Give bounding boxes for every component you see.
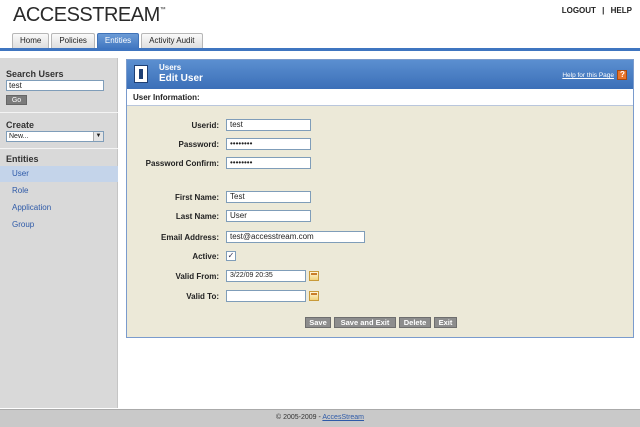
first-name-field[interactable]: Test <box>226 191 311 203</box>
calendar-icon[interactable] <box>309 291 319 301</box>
create-heading: Create <box>6 120 35 130</box>
active-checkbox[interactable]: ✓ <box>226 251 236 261</box>
valid-from-label: Valid From: <box>175 272 219 281</box>
create-select[interactable]: New... ▼ <box>6 131 104 142</box>
active-label: Active: <box>192 252 219 261</box>
sidebar-item-group[interactable]: Group <box>0 217 118 233</box>
valid-to-label: Valid To: <box>186 292 219 301</box>
last-name-field[interactable]: User <box>226 210 311 222</box>
chevron-down-icon[interactable]: ▼ <box>93 132 103 141</box>
create-select-value: New... <box>9 133 29 140</box>
last-name-label: Last Name: <box>175 212 219 221</box>
tab-home[interactable]: Home <box>12 33 50 48</box>
valid-to-field[interactable] <box>226 290 306 302</box>
logo-tm: ™ <box>159 7 166 13</box>
logo-text: ACCESSTREAM <box>13 4 160 26</box>
sidebar-divider <box>0 112 118 113</box>
entities-heading: Entities <box>6 154 39 164</box>
delete-button[interactable]: Delete <box>399 317 431 328</box>
help-for-page-link[interactable]: Help for this Page <box>562 72 614 79</box>
section-title: User Information: <box>127 89 633 106</box>
email-field[interactable]: test@accesstream.com <box>226 231 365 243</box>
search-input[interactable]: test <box>6 80 104 91</box>
help-icon[interactable] <box>617 70 627 80</box>
sidebar: Search Users test Go Create New... ▼ Ent… <box>0 58 118 408</box>
accesstream-link[interactable]: AccesStream <box>322 414 364 421</box>
breadcrumb[interactable]: Users <box>159 63 181 72</box>
search-users-heading: Search Users <box>6 69 64 79</box>
sidebar-item-role[interactable]: Role <box>0 183 118 199</box>
tab-activity-audit[interactable]: Activity Audit <box>141 33 203 48</box>
password-confirm-label: Password Confirm: <box>145 159 219 168</box>
calendar-icon[interactable] <box>309 271 319 281</box>
copyright-text: © 2005-2009 - <box>275 414 321 421</box>
go-button[interactable]: Go <box>6 95 27 105</box>
header: ACCESSTREAM™ LOGOUT | HELP Home Policies… <box>0 0 640 51</box>
first-name-label: First Name: <box>174 193 219 202</box>
exit-button[interactable]: Exit <box>434 317 457 328</box>
panel-header: Users Edit User Help for this Page <box>127 60 633 89</box>
sidebar-item-application[interactable]: Application <box>0 200 118 216</box>
tab-policies[interactable]: Policies <box>51 33 95 48</box>
footer: © 2005-2009 - AccesStream <box>0 409 640 427</box>
save-button[interactable]: Save <box>305 317 331 328</box>
help-link[interactable]: HELP <box>611 6 632 15</box>
user-icon <box>134 65 148 83</box>
password-confirm-field[interactable]: •••••••• <box>226 157 311 169</box>
userid-field[interactable]: test <box>226 119 311 131</box>
sidebar-divider <box>0 148 118 149</box>
page-title: Edit User <box>159 73 203 84</box>
save-and-exit-button[interactable]: Save and Exit <box>334 317 396 328</box>
email-label: Email Address: <box>161 233 219 242</box>
sidebar-item-user[interactable]: User <box>0 166 118 182</box>
edit-user-panel: Users Edit User Help for this Page User … <box>126 59 634 338</box>
password-field[interactable]: •••••••• <box>226 138 311 150</box>
tab-entities[interactable]: Entities <box>96 33 140 49</box>
valid-from-field[interactable]: 3/22/09 20:35 <box>226 270 306 282</box>
password-label: Password: <box>178 140 219 149</box>
tab-underline <box>0 48 640 51</box>
top-links-separator: | <box>602 6 605 15</box>
userid-label: Userid: <box>191 121 219 130</box>
logo: ACCESSTREAM™ <box>13 4 166 27</box>
logout-link[interactable]: LOGOUT <box>562 6 596 15</box>
main-tabs: Home Policies Entities Activity Audit <box>12 33 205 49</box>
top-links: LOGOUT | HELP <box>558 6 632 15</box>
